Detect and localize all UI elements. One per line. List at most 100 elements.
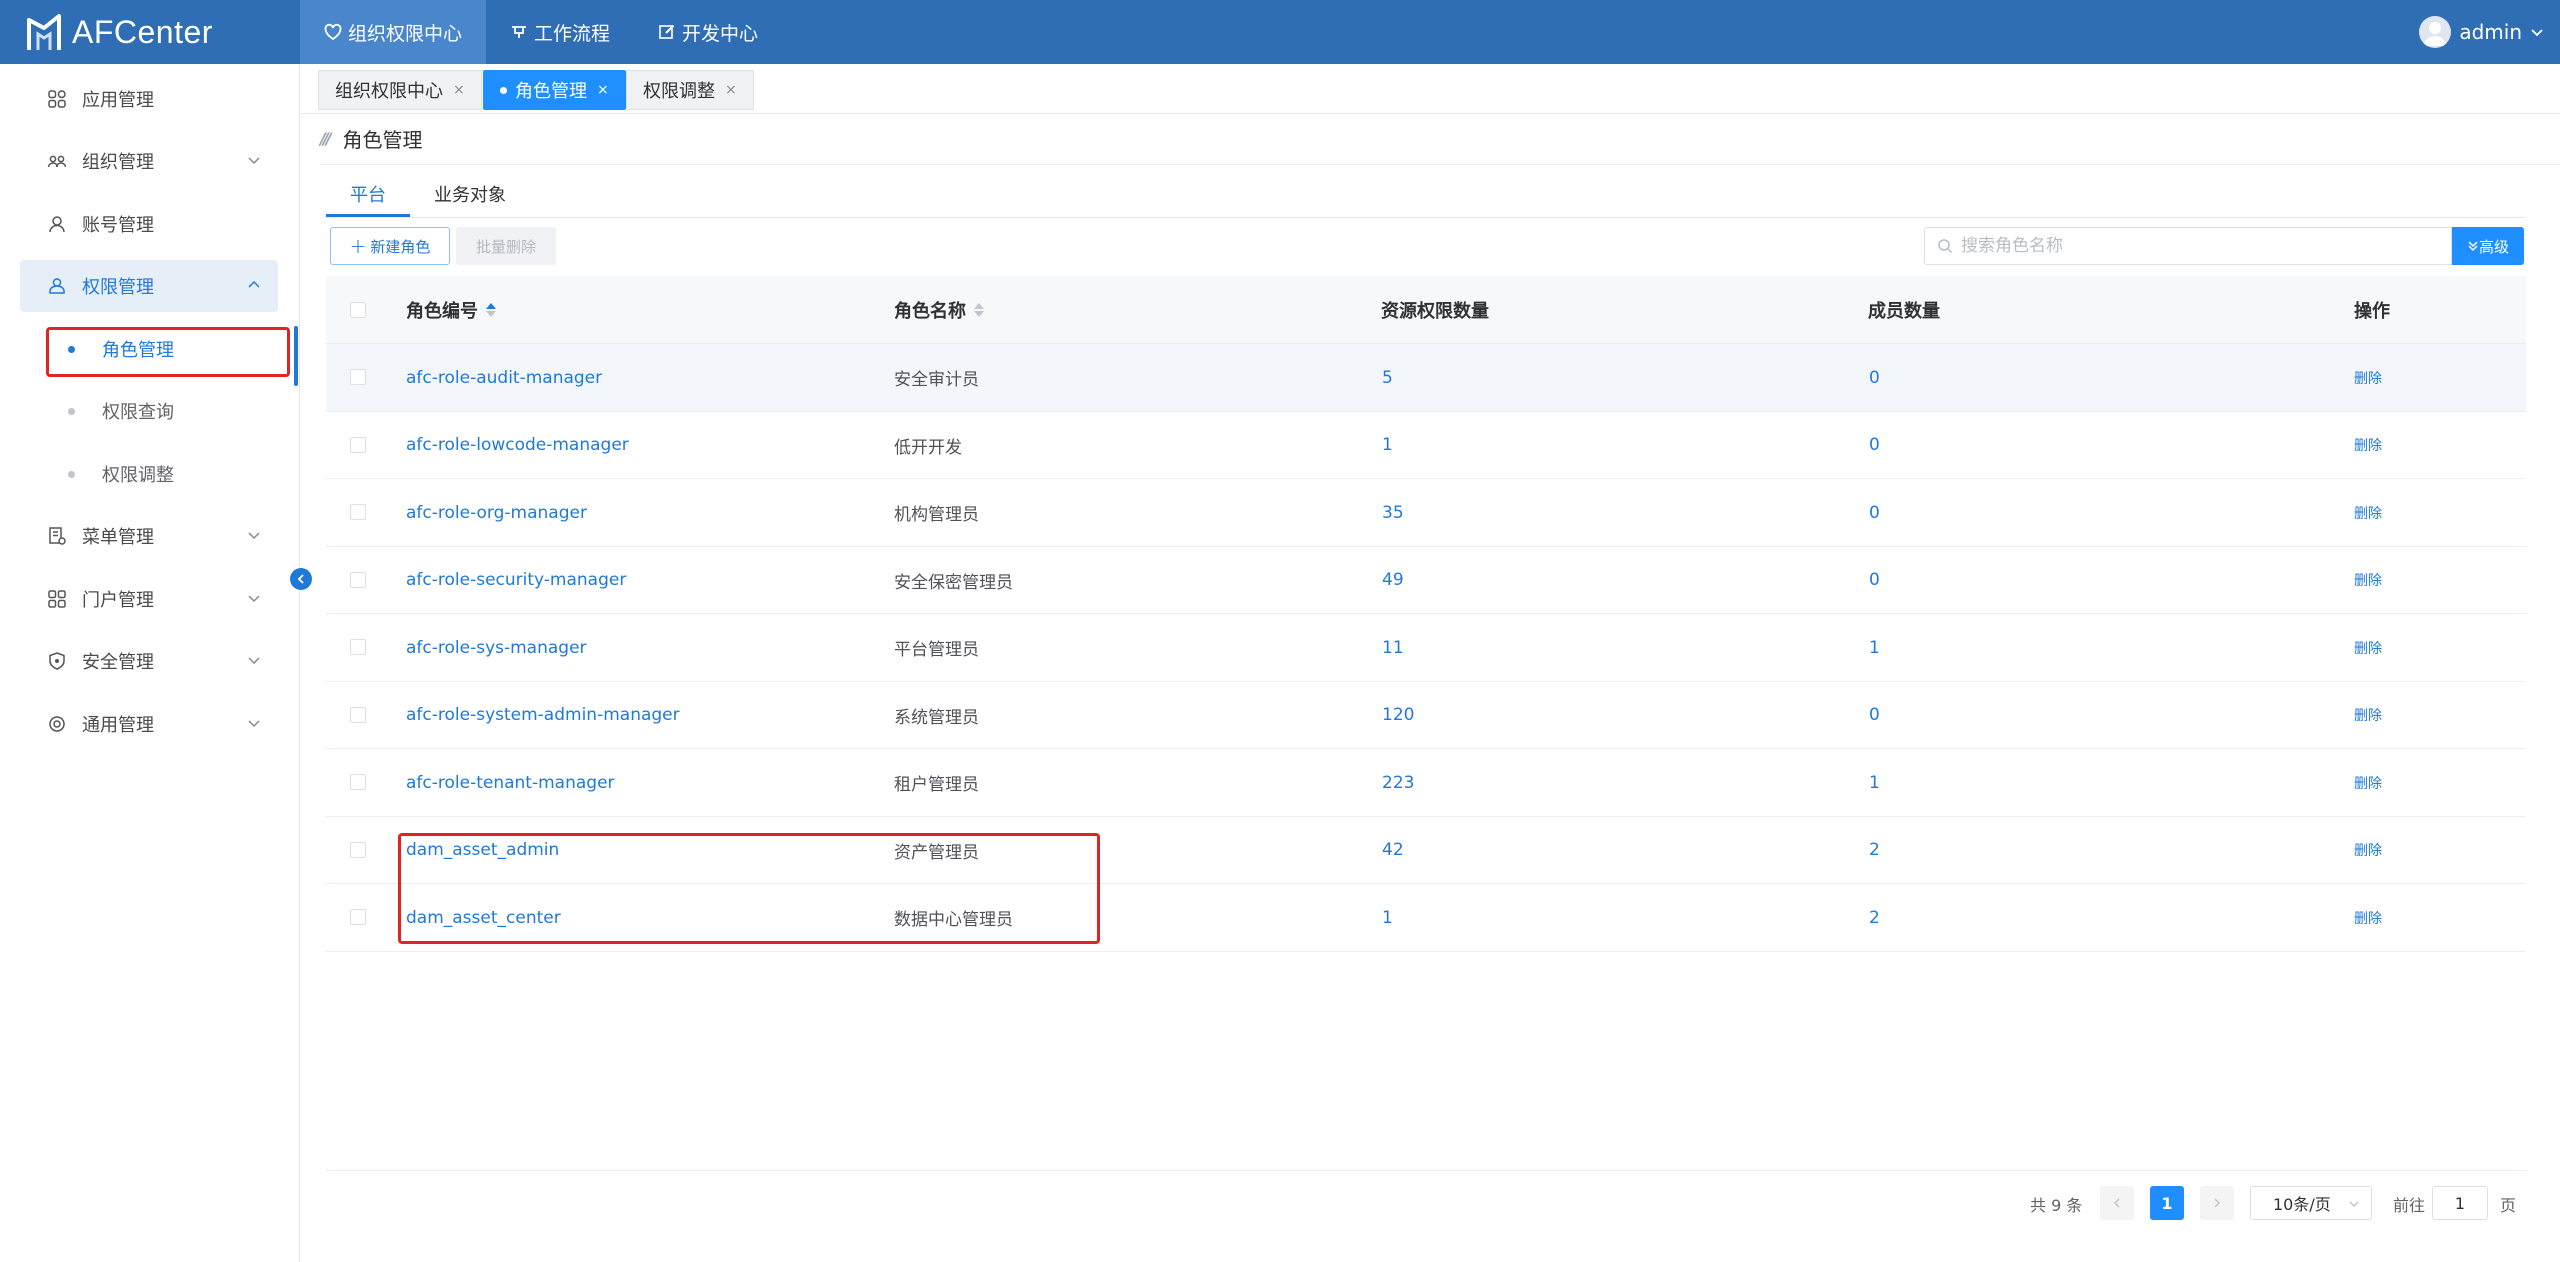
topnav-org-permission-center[interactable]: 组织权限中心 [300,0,487,64]
topnav-workflow[interactable]: 工作流程 [486,0,634,64]
sidebar-subitem-label: 权限调整 [102,465,174,486]
close-icon[interactable]: × [453,82,465,98]
resource-count-link[interactable]: 35 [1382,479,1404,546]
table-row[interactable]: dam_asset_admin 资产管理员 42 2 删除 [326,817,2526,884]
sidebar-subitem-permission-adjust[interactable]: 权限调整 [46,451,290,497]
table-row[interactable]: afc-role-sys-manager 平台管理员 11 1 删除 [326,614,2526,682]
resource-count-link[interactable]: 49 [1382,547,1404,614]
role-code-link[interactable]: dam_asset_center [406,884,561,951]
column-header-code[interactable]: 角色编号 [406,276,496,344]
tab-permission-adjust[interactable]: 权限调整 × [626,70,754,110]
goto-page-input[interactable]: 1 [2432,1186,2488,1220]
sidebar-item-security-management[interactable]: 安全管理 [20,635,278,687]
page-size-select[interactable]: 10条/页 [2250,1186,2372,1220]
table-row[interactable]: afc-role-tenant-manager 租户管理员 223 1 删除 [326,749,2526,817]
close-icon[interactable]: × [725,82,737,98]
table-row[interactable]: dam_asset_center 数据中心管理员 1 2 删除 [326,884,2526,952]
role-code-link[interactable]: dam_asset_admin [406,817,559,884]
role-code-link[interactable]: afc-role-security-manager [406,547,626,614]
new-role-button[interactable]: + 新建角色 [330,227,450,265]
tab-role-management[interactable]: 角色管理 × [483,70,626,110]
delete-link[interactable]: 删除 [2354,412,2382,479]
sort-icon[interactable] [974,303,984,317]
column-header-name[interactable]: 角色名称 [894,276,984,344]
delete-link[interactable]: 删除 [2354,749,2382,816]
resource-count-link[interactable]: 11 [1382,614,1404,681]
sidebar-item-account-management[interactable]: 账号管理 [20,198,278,250]
role-name: 机构管理员 [894,505,979,525]
role-code-link[interactable]: afc-role-tenant-manager [406,749,615,816]
batch-delete-button[interactable]: 批量删除 [456,227,556,265]
delete-link[interactable]: 删除 [2354,682,2382,749]
tab-org-permission-center[interactable]: 组织权限中心 × [318,70,482,110]
member-count-link[interactable]: 2 [1869,817,1880,884]
goto-suffix-label: 页 [2500,1196,2517,1215]
subtab-platform[interactable]: 平台 [350,170,386,218]
resource-count-link[interactable]: 223 [1382,749,1414,816]
role-code-link[interactable]: afc-role-org-manager [406,479,587,546]
sidebar-item-permission-management[interactable]: 权限管理 [20,260,278,312]
resource-count-link[interactable]: 1 [1382,884,1393,951]
subtab-business-object[interactable]: 业务对象 [434,170,506,218]
role-code-link[interactable]: afc-role-system-admin-manager [406,682,680,749]
member-count-link[interactable]: 0 [1869,547,1880,614]
member-count-link[interactable]: 1 [1869,749,1880,816]
resource-count-link[interactable]: 120 [1382,682,1414,749]
sort-icon[interactable] [486,303,496,317]
sidebar-item-org-management[interactable]: 组织管理 [20,135,278,187]
member-count-link[interactable]: 2 [1869,884,1880,951]
member-count-link[interactable]: 0 [1869,412,1880,479]
delete-link[interactable]: 删除 [2354,479,2382,546]
role-code-link[interactable]: afc-role-sys-manager [406,614,587,681]
advanced-search-button[interactable]: 高级 [2452,227,2524,265]
user-menu[interactable]: admin [2419,0,2546,64]
row-checkbox[interactable] [350,841,366,858]
sidebar-item-portal-management[interactable]: 门户管理 [20,573,278,625]
row-checkbox[interactable] [350,504,366,520]
member-count-link[interactable]: 1 [1869,614,1880,681]
topnav-dev-center[interactable]: 开发中心 [634,0,782,64]
delete-link[interactable]: 删除 [2354,614,2382,681]
delete-link[interactable]: 删除 [2354,344,2382,411]
table-row[interactable]: afc-role-audit-manager 安全审计员 5 0 删除 [326,344,2526,412]
sidebar-collapse-button[interactable] [290,568,312,590]
delete-link[interactable]: 删除 [2354,547,2382,614]
row-checkbox[interactable] [350,774,366,790]
row-checkbox[interactable] [350,369,366,385]
column-header-label: 资源权限数量 [1381,301,1489,322]
row-checkbox[interactable] [350,639,366,655]
sidebar-item-menu-management[interactable]: 菜单管理 [20,510,278,562]
page-number-current[interactable]: 1 [2150,1186,2184,1220]
sidebar-subitem-permission-query[interactable]: 权限查询 [46,388,290,434]
select-all-checkbox[interactable] [350,302,366,318]
search-input[interactable] [1961,236,2441,256]
row-checkbox[interactable] [350,436,366,453]
row-checkbox[interactable] [350,909,366,925]
member-count-link[interactable]: 0 [1869,344,1880,411]
bullet-icon [68,346,75,353]
table-row[interactable]: afc-role-system-admin-manager 系统管理员 120 … [326,682,2526,749]
resource-count-link[interactable]: 5 [1382,344,1393,411]
role-code-link[interactable]: afc-role-lowcode-manager [406,412,629,479]
app-logo[interactable]: AFCenter [0,0,300,64]
table-row[interactable]: afc-role-security-manager 安全保密管理员 49 0 删… [326,547,2526,614]
member-count-link[interactable]: 0 [1869,682,1880,749]
close-icon[interactable]: × [597,82,609,98]
delete-link[interactable]: 删除 [2354,817,2382,884]
next-page-button[interactable] [2200,1186,2234,1220]
total-count: 共 9 条 [2030,1196,2083,1215]
row-checkbox[interactable] [350,706,366,723]
sidebar-subitem-role-management[interactable]: 角色管理 [46,326,290,372]
resource-count-link[interactable]: 1 [1382,412,1393,479]
resource-count-link[interactable]: 42 [1382,817,1404,884]
sidebar-item-general-management[interactable]: 通用管理 [20,698,278,750]
sidebar-item-app-management[interactable]: 应用管理 [20,73,278,125]
table-row[interactable]: afc-role-lowcode-manager 低开开发 1 0 删除 [326,412,2526,479]
role-name: 租户管理员 [894,775,979,795]
row-checkbox[interactable] [350,571,366,588]
delete-link[interactable]: 删除 [2354,884,2382,951]
member-count-link[interactable]: 0 [1869,479,1880,546]
prev-page-button[interactable] [2100,1186,2134,1220]
role-code-link[interactable]: afc-role-audit-manager [406,344,602,411]
table-row[interactable]: afc-role-org-manager 机构管理员 35 0 删除 [326,479,2526,547]
